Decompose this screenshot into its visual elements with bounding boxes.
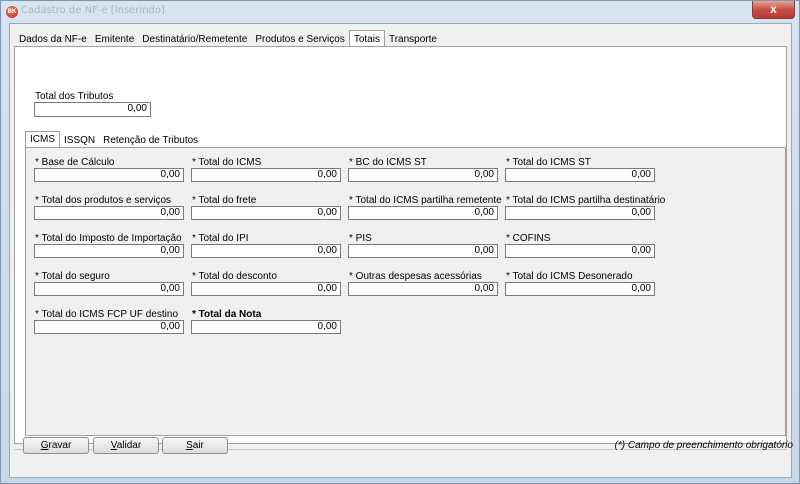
subtab-retencao[interactable]: Retenção de Tributos xyxy=(99,133,202,147)
total-icms-st-field[interactable]: 0,00 xyxy=(505,168,655,182)
subtab-issqn[interactable]: ISSQN xyxy=(60,133,99,147)
total-seguro-label: * Total do seguro xyxy=(35,271,110,282)
icms-subtabs: ICMS ISSQN Retenção de Tributos xyxy=(25,131,202,147)
tab-totais[interactable]: Totais xyxy=(348,30,385,47)
tab-dados-nfe[interactable]: Dados da NF-e xyxy=(15,32,91,47)
icms-partilha-remetente-label: * Total do ICMS partilha remetente xyxy=(349,195,502,206)
client-area: Dados da NF-e Emitente Destinatário/Reme… xyxy=(9,23,792,478)
total-seguro-field[interactable]: 0,00 xyxy=(34,282,184,296)
gravar-button[interactable]: Gravar xyxy=(23,437,89,454)
tab-emitente[interactable]: Emitente xyxy=(91,32,138,47)
icms-desonerado-field[interactable]: 0,00 xyxy=(505,282,655,296)
total-desconto-label: * Total do desconto xyxy=(192,271,277,282)
cofins-field[interactable]: 0,00 xyxy=(505,244,655,258)
total-frete-label: * Total do frete xyxy=(192,195,257,206)
total-ipi-field[interactable]: 0,00 xyxy=(191,244,341,258)
imposto-importacao-label: * Total do Imposto de Importação xyxy=(35,233,182,244)
tab-transporte[interactable]: Transporte xyxy=(385,32,441,47)
total-nota-field[interactable]: 0,00 xyxy=(191,320,341,334)
total-nota-label: * Total da Nota xyxy=(192,309,262,320)
icms-partilha-destinatario-field[interactable]: 0,00 xyxy=(505,206,655,220)
total-tributos-field[interactable]: 0,00 xyxy=(34,102,151,117)
main-window: BK Cadastro de NF-e [Inserindo] x Dados … xyxy=(0,0,800,484)
total-tributos-label: Total dos Tributos xyxy=(35,91,114,102)
main-tabs: Dados da NF-e Emitente Destinatário/Reme… xyxy=(15,30,441,47)
bc-icms-st-field[interactable]: 0,00 xyxy=(348,168,498,182)
total-ipi-label: * Total do IPI xyxy=(192,233,249,244)
title-bar: BK Cadastro de NF-e [Inserindo] x xyxy=(1,1,799,23)
tab-destinatario[interactable]: Destinatário/Remetente xyxy=(138,32,251,47)
icms-partilha-remetente-field[interactable]: 0,00 xyxy=(348,206,498,220)
icms-partilha-destinatario-label: * Total do ICMS partilha destinatário xyxy=(506,195,666,206)
window-title: Cadastro de NF-e [Inserindo] xyxy=(21,5,165,16)
icms-panel: * Base de Cálculo 0,00 * Total do ICMS 0… xyxy=(25,147,786,436)
total-frete-field[interactable]: 0,00 xyxy=(191,206,341,220)
outras-despesas-label: * Outras despesas acessórias xyxy=(349,271,482,282)
total-icms-label: * Total do ICMS xyxy=(192,157,262,168)
subtab-icms[interactable]: ICMS xyxy=(25,131,60,147)
total-icms-field[interactable]: 0,00 xyxy=(191,168,341,182)
total-desconto-field[interactable]: 0,00 xyxy=(191,282,341,296)
pis-label: * PIS xyxy=(349,233,372,244)
base-calculo-label: * Base de Cálculo xyxy=(35,157,115,168)
validar-button[interactable]: Validar xyxy=(93,437,159,454)
close-button[interactable]: x xyxy=(752,1,795,19)
cofins-label: * COFINS xyxy=(506,233,551,244)
app-icon: BK xyxy=(6,6,18,18)
required-field-hint: (*) Campo de preenchimento obrigatório xyxy=(614,440,793,451)
total-produtos-field[interactable]: 0,00 xyxy=(34,206,184,220)
icms-fcp-uf-destino-field[interactable]: 0,00 xyxy=(34,320,184,334)
bc-icms-st-label: * BC do ICMS ST xyxy=(349,157,427,168)
outras-despesas-field[interactable]: 0,00 xyxy=(348,282,498,296)
totais-panel: Total dos Tributos 0,00 ICMS ISSQN Reten… xyxy=(14,46,787,444)
sair-button[interactable]: Sair xyxy=(162,437,228,454)
base-calculo-field[interactable]: 0,00 xyxy=(34,168,184,182)
icms-desonerado-label: * Total do ICMS Desonerado xyxy=(506,271,633,282)
icms-fcp-uf-destino-label: * Total do ICMS FCP UF destino xyxy=(35,309,179,320)
total-produtos-label: * Total dos produtos e serviços xyxy=(35,195,172,206)
imposto-importacao-field[interactable]: 0,00 xyxy=(34,244,184,258)
tab-produtos[interactable]: Produtos e Serviços xyxy=(251,32,349,47)
pis-field[interactable]: 0,00 xyxy=(348,244,498,258)
total-icms-st-label: * Total do ICMS ST xyxy=(506,157,591,168)
